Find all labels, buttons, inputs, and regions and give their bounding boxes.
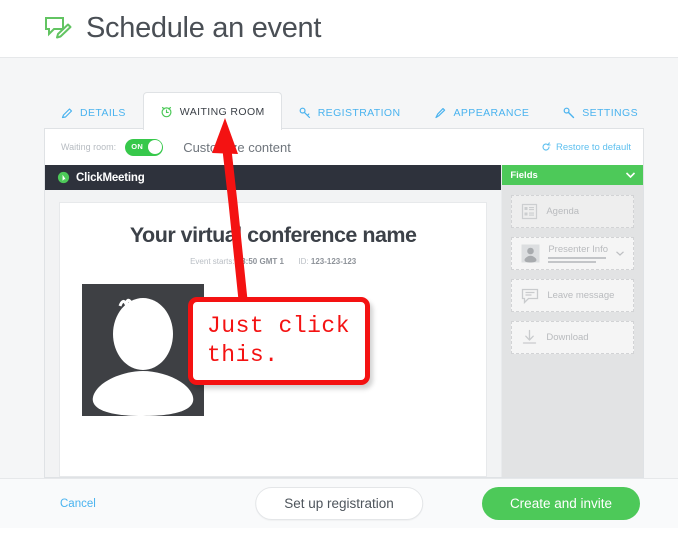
pencil-icon (61, 108, 73, 119)
person-silhouette-icon (92, 298, 194, 416)
customize-content-label[interactable]: Customize content (183, 140, 291, 155)
annotation-line-2: this. (207, 342, 279, 368)
fields-list: Agenda Presenter Info Leave message Down… (502, 185, 643, 364)
event-title: Your virtual conference name (129, 223, 417, 247)
annotation-callout: Just click this. (188, 297, 370, 385)
presenter-info-text: Presenter Info (548, 244, 608, 263)
tab-appearance[interactable]: APPEARANCE (417, 96, 546, 129)
fields-panel-title: Fields (510, 169, 538, 181)
tab-settings[interactable]: SETTINGS (546, 96, 655, 129)
presenter-avatar-icon (521, 244, 540, 263)
restore-to-default-label: Restore to default (556, 141, 631, 153)
field-item-leave-message-label: Leave message (547, 290, 615, 301)
field-item-leave-message[interactable]: Leave message (511, 279, 634, 312)
presenter-photo-placeholder (82, 284, 204, 416)
annotation-line-1: Just click (207, 312, 351, 339)
waiting-room-toggle[interactable]: ON (125, 138, 164, 156)
cancel-button[interactable]: Cancel (60, 498, 96, 510)
panel-toolbar: Waiting room: ON Customize content Resto… (45, 129, 643, 165)
paintbrush-icon (435, 108, 446, 119)
toggle-knob (147, 140, 162, 154)
field-item-download-label: Download (546, 332, 589, 343)
tab-appearance-label: APPEARANCE (453, 107, 530, 119)
chevron-down-icon (616, 251, 624, 256)
chat-pencil-icon (44, 15, 74, 43)
tab-waiting-room[interactable]: WAITING ROOM (142, 92, 282, 130)
event-timezone: GMT 1 (259, 257, 284, 266)
page-title: Schedule an event (86, 12, 322, 44)
tab-settings-label: SETTINGS (582, 107, 638, 119)
presenter-info-line-1 (548, 257, 607, 259)
fields-panel: Fields Agenda Presenter Info Leave messa… (502, 165, 643, 477)
clickmeeting-brand-label: ClickMeeting (76, 171, 145, 184)
download-icon (523, 329, 537, 344)
clickmeeting-logo-icon (57, 171, 70, 184)
create-and-invite-button[interactable]: Create and invite (481, 487, 640, 520)
wrench-icon (563, 107, 575, 119)
tab-details-label: DETAILS (80, 107, 126, 119)
key-icon (299, 107, 310, 119)
presenter-info-line-2 (548, 261, 597, 263)
alarm-clock-icon (161, 106, 172, 118)
message-icon (522, 288, 539, 304)
field-item-download[interactable]: Download (511, 321, 634, 354)
event-id: 123-123-123 (310, 257, 357, 266)
field-item-presenter-info[interactable]: Presenter Info (511, 237, 634, 270)
fields-panel-header[interactable]: Fields (502, 165, 643, 185)
event-time: 13:50 (236, 257, 258, 266)
dialog-footer: Cancel Set up registration Create and in… (0, 478, 678, 528)
tab-waiting-room-label: WAITING ROOM (179, 105, 265, 118)
clickmeeting-bar: ClickMeeting (45, 165, 502, 190)
agenda-list-icon (522, 203, 538, 220)
field-item-agenda-label: Agenda (546, 206, 580, 217)
tab-registration[interactable]: REGISTRATION (282, 96, 418, 129)
refresh-icon (542, 142, 551, 151)
tab-details[interactable]: DETAILS (44, 96, 143, 129)
content-canvas: DETAILS WAITING ROOM REGISTRATION APPEAR… (0, 58, 678, 528)
chevron-down-icon (626, 172, 635, 178)
tab-registration-label: REGISTRATION (317, 107, 401, 119)
event-id-label: ID: (298, 257, 309, 266)
field-item-agenda[interactable]: Agenda (511, 195, 634, 228)
waiting-room-label: Waiting room: (61, 142, 117, 152)
event-meta: Event starts: 13:50 GMT 1 ID: 123-123-12… (60, 257, 486, 266)
field-item-presenter-info-label: Presenter Info (548, 244, 608, 255)
restore-to-default-button[interactable]: Restore to default (541, 142, 631, 153)
setup-registration-button[interactable]: Set up registration (255, 487, 423, 520)
toggle-state-label: ON (131, 141, 144, 151)
event-meta-prefix: Event starts: (190, 257, 235, 266)
page-header: Schedule an event (0, 0, 678, 58)
tab-bar: DETAILS WAITING ROOM REGISTRATION APPEAR… (44, 92, 644, 130)
